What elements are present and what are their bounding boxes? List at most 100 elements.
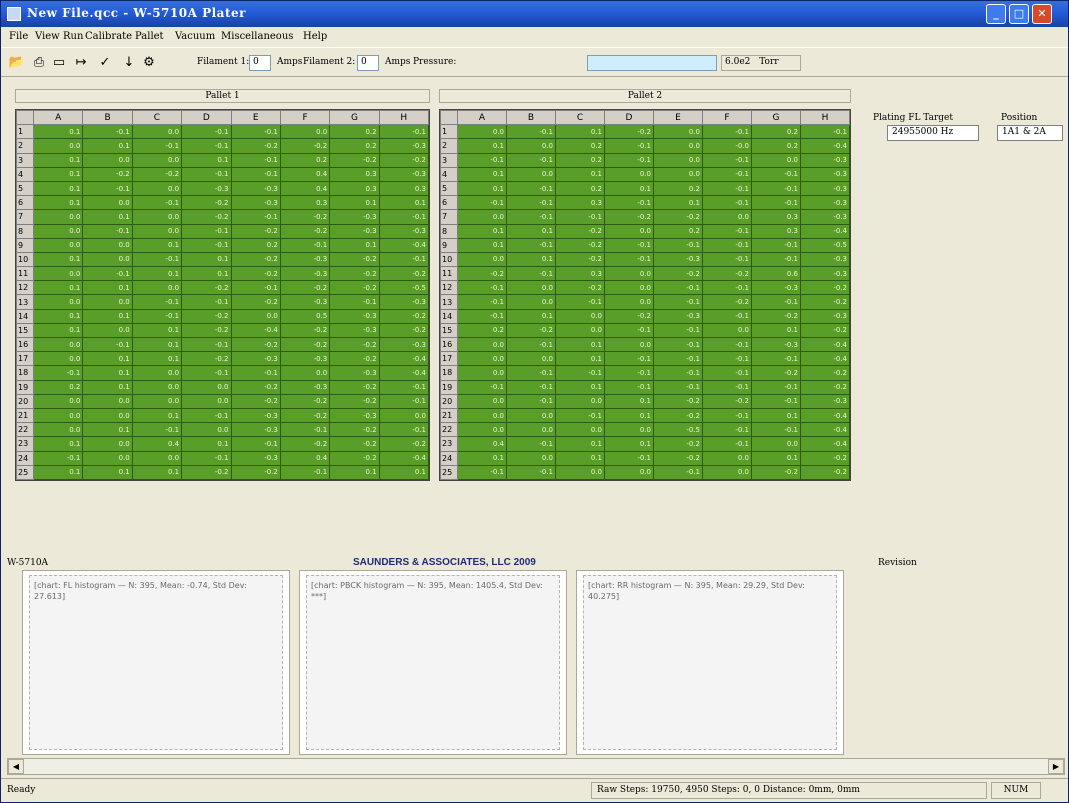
grid-cell[interactable]: 0.0 (457, 336, 507, 353)
grid-cell[interactable]: 0.0 (555, 322, 605, 339)
grid-cell[interactable]: 0.2 (555, 180, 605, 197)
grid-cell[interactable]: -0.1 (506, 209, 556, 225)
grid-cell[interactable]: -0.1 (702, 195, 752, 211)
grid-cell[interactable]: 0.0 (604, 294, 654, 310)
grid-cell[interactable]: -0.1 (506, 180, 556, 197)
grid-cell[interactable]: -0.3 (230, 351, 281, 367)
grid-cell[interactable]: -0.1 (457, 379, 507, 395)
grid-cell[interactable]: -0.3 (279, 266, 331, 282)
grid-cell[interactable]: -0.3 (800, 251, 850, 268)
close-button[interactable]: ✕ (1032, 4, 1052, 24)
grid-cell[interactable]: -0.1 (800, 124, 850, 140)
grid-cell[interactable]: -0.3 (279, 294, 331, 310)
grid-cell[interactable]: 0.0 (131, 379, 183, 395)
column-header-b[interactable]: B (82, 109, 133, 126)
row-header[interactable]: 18 (16, 365, 34, 381)
grid-cell[interactable]: -0.1 (702, 422, 752, 438)
column-header-f[interactable]: F (702, 109, 752, 126)
grid-cell[interactable]: -0.5 (378, 280, 430, 296)
grid-cell[interactable]: -0.1 (181, 138, 232, 154)
grid-cell[interactable]: -0.1 (181, 124, 232, 140)
grid-cell[interactable]: 0.0 (131, 280, 183, 296)
grid-cell[interactable]: -0.1 (751, 422, 801, 438)
grid-cell[interactable]: 0.1 (131, 351, 183, 367)
grid-cell[interactable]: -0.2 (800, 464, 850, 480)
row-header[interactable]: 13 (440, 294, 458, 310)
grid-cell[interactable]: 0.3 (555, 195, 605, 211)
grid-cell[interactable]: -0.2 (181, 209, 232, 225)
grid-cell[interactable]: -0.1 (604, 450, 654, 466)
grid-cell[interactable]: -0.2 (230, 294, 281, 310)
grid-cell[interactable]: -0.1 (230, 365, 281, 381)
row-header[interactable]: 19 (440, 379, 458, 395)
grid-cell[interactable]: -0.3 (230, 407, 281, 424)
grid-cell[interactable]: -0.1 (702, 379, 752, 395)
grid-cell[interactable]: 0.2 (457, 322, 507, 339)
grid-cell[interactable]: -0.2 (702, 393, 752, 409)
grid-cell[interactable]: -0.1 (279, 464, 331, 480)
grid-cell[interactable]: 0.1 (32, 464, 84, 480)
grid-cell[interactable]: -0.5 (800, 237, 850, 253)
grid-cell[interactable]: 0.0 (279, 124, 331, 140)
grid-cell[interactable]: -0.1 (653, 322, 703, 339)
grid-cell[interactable]: 0.0 (555, 422, 605, 438)
grid-cell[interactable]: 0.0 (506, 138, 556, 154)
menu-file[interactable]: File (9, 31, 28, 42)
grid-cell[interactable]: 0.2 (32, 379, 84, 395)
row-header[interactable]: 11 (440, 266, 458, 282)
grid-cell[interactable]: 0.1 (131, 322, 183, 339)
grid-cell[interactable]: -0.1 (279, 422, 331, 438)
grid-cell[interactable]: -0.1 (378, 379, 430, 395)
grid-cell[interactable]: -0.3 (230, 195, 281, 211)
grid-cell[interactable]: 0.0 (702, 322, 752, 339)
grid-cell[interactable]: 0.0 (32, 351, 84, 367)
grid-cell[interactable]: -0.1 (230, 209, 281, 225)
grid-cell[interactable]: -0.2 (751, 365, 801, 381)
grid-cell[interactable]: -0.3 (329, 407, 380, 424)
grid-cell[interactable]: -0.1 (751, 195, 801, 211)
grid-cell[interactable]: -0.1 (653, 237, 703, 253)
grid-cell[interactable]: -0.3 (378, 336, 430, 353)
row-header[interactable]: 11 (16, 266, 34, 282)
grid-cell[interactable]: -0.1 (230, 124, 281, 140)
column-header-e[interactable]: E (230, 109, 281, 126)
print-icon[interactable]: ⎙ (29, 53, 49, 73)
grid-cell[interactable]: -0.1 (82, 266, 133, 282)
grid-cell[interactable]: 0.1 (378, 195, 430, 211)
grid-cell[interactable]: -0.1 (653, 464, 703, 480)
grid-cell[interactable]: 0.0 (457, 407, 507, 424)
grid-cell[interactable]: 0.4 (131, 436, 183, 452)
grid-cell[interactable]: -0.2 (181, 308, 232, 324)
grid-cell[interactable]: 0.5 (279, 308, 331, 324)
grid-cell[interactable]: 0.2 (230, 237, 281, 253)
grid-cell[interactable]: 0.0 (32, 422, 84, 438)
grid-cell[interactable]: -0.3 (378, 138, 430, 154)
grid-cell[interactable]: -0.2 (702, 294, 752, 310)
grid-cell[interactable]: -0.1 (751, 180, 801, 197)
grid-cell[interactable]: 0.1 (653, 195, 703, 211)
grid-cell[interactable]: -0.2 (230, 251, 281, 268)
grid-cell[interactable]: 0.0 (604, 464, 654, 480)
grid-cell[interactable]: 0.0 (506, 351, 556, 367)
grid-cell[interactable]: -0.1 (279, 237, 331, 253)
row-header[interactable]: 9 (16, 237, 34, 253)
grid-cell[interactable]: 0.0 (82, 393, 133, 409)
grid-cell[interactable]: 0.0 (457, 209, 507, 225)
grid-cell[interactable]: -0.2 (751, 464, 801, 480)
grid-cell[interactable]: -0.1 (506, 365, 556, 381)
grid-cell[interactable]: 0.0 (457, 124, 507, 140)
grid-cell[interactable]: -0.1 (457, 152, 507, 168)
grid-cell[interactable]: 0.2 (751, 124, 801, 140)
grid-cell[interactable]: 0.1 (131, 336, 183, 353)
row-header[interactable]: 22 (440, 422, 458, 438)
row-header[interactable]: 10 (440, 251, 458, 268)
grid-cell[interactable]: 0.0 (131, 124, 183, 140)
grid-cell[interactable]: -0.1 (457, 308, 507, 324)
row-header[interactable]: 17 (440, 351, 458, 367)
grid-cell[interactable]: 0.2 (279, 152, 331, 168)
grid-cell[interactable]: -0.3 (800, 266, 850, 282)
grid-cell[interactable]: -0.3 (279, 379, 331, 395)
filament2-field[interactable]: 0 (357, 55, 379, 71)
grid-cell[interactable]: 0.0 (181, 379, 232, 395)
grid-cell[interactable]: 0.2 (653, 180, 703, 197)
